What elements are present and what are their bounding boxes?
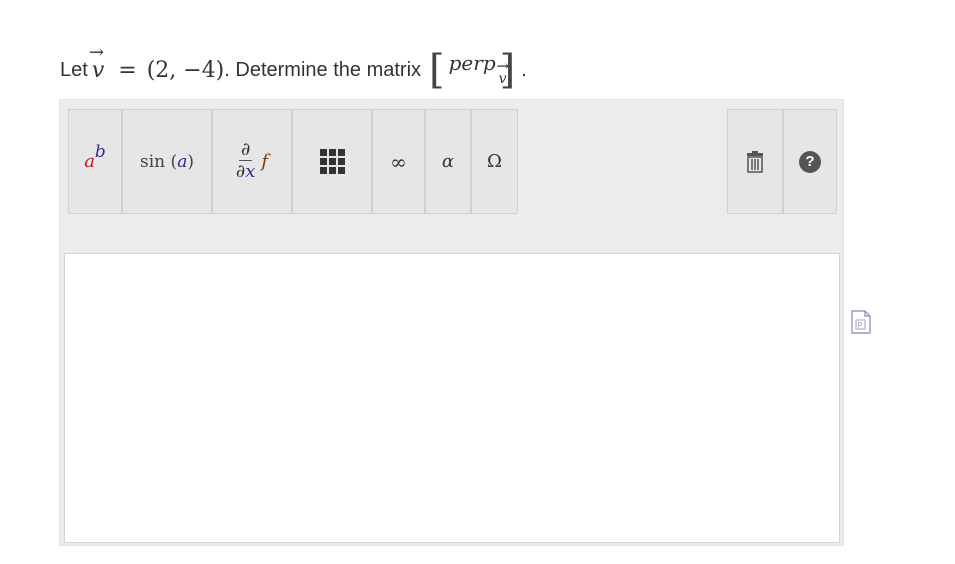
- vector-value: (2, −4): [146, 57, 225, 83]
- help-icon: ?: [799, 150, 821, 173]
- matrix-expression: [ perp → v ]: [429, 47, 516, 93]
- infinity-button[interactable]: ∞: [372, 109, 425, 214]
- question-period: .: [521, 58, 527, 81]
- derivative-button[interactable]: ∂ ∂x f: [212, 109, 292, 214]
- matrix-icon: [319, 149, 345, 174]
- matrix-button[interactable]: [292, 109, 372, 214]
- perp-subscript: → v: [496, 57, 510, 87]
- document-icon[interactable]: P: [849, 309, 873, 335]
- math-editor: ab sin (a) ∂ ∂x f ∞ α Ω ?: [59, 99, 844, 546]
- question-text: Let → v = (2, −4) . Determine the matrix…: [60, 40, 527, 100]
- clear-button[interactable]: [727, 109, 783, 214]
- question-middle-text: . Determine the matrix: [224, 58, 422, 81]
- help-button[interactable]: ?: [783, 109, 837, 214]
- greek-upper-button[interactable]: Ω: [471, 109, 518, 214]
- svg-text:P: P: [858, 321, 863, 330]
- function-button[interactable]: sin (a): [122, 109, 212, 214]
- vector-symbol: → v: [88, 41, 105, 83]
- perp-label: perp: [448, 51, 496, 75]
- trash-icon: [747, 150, 763, 173]
- question-prefix: Let: [60, 58, 88, 81]
- answer-input-area[interactable]: [64, 253, 840, 543]
- greek-lower-button[interactable]: α: [425, 109, 471, 214]
- equals-sign: =: [118, 57, 137, 83]
- power-button[interactable]: ab: [68, 109, 122, 214]
